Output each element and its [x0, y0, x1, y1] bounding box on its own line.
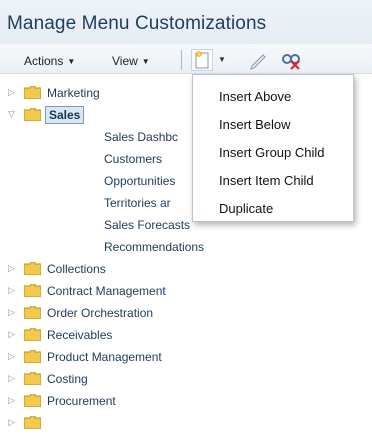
edit-button[interactable] [247, 49, 269, 71]
folder-icon [24, 350, 41, 363]
tree-item-label: Recommendations [104, 240, 205, 254]
tree-item-label: Sales [45, 106, 85, 124]
menu-item-insert-item-child[interactable]: Insert Item Child [193, 167, 353, 195]
folder-icon [24, 328, 41, 341]
tree-item-order-orchestration[interactable]: ▷ Order Orchestration [0, 302, 300, 324]
tree-item-label: Contract Management [47, 284, 166, 298]
new-item-icon [195, 51, 209, 69]
expand-icon[interactable]: ▷ [8, 417, 15, 428]
page-header: Manage Menu Customizations [0, 0, 372, 44]
chevron-down-icon: ▼ [67, 57, 76, 66]
tree-item-recommendations[interactable]: Recommendations [0, 236, 300, 258]
tree-item-collections[interactable]: ▷ Collections [0, 258, 300, 280]
expand-icon[interactable]: ▷ [8, 87, 15, 98]
tree-item-costing[interactable]: ▷ Costing [0, 368, 300, 390]
tree-item-label: Product Management [47, 350, 162, 364]
tree-item-label: Customers [104, 152, 163, 166]
folder-icon [24, 306, 41, 319]
chevron-down-icon: ▼ [141, 57, 150, 66]
folder-icon [24, 284, 41, 297]
expand-icon[interactable]: ▷ [8, 373, 15, 384]
tree-item-label: Sales Forecasts [104, 218, 191, 232]
view-menu[interactable]: View ▼ [112, 54, 150, 68]
toolbar-divider [181, 50, 182, 70]
expand-icon[interactable]: ▷ [8, 395, 15, 406]
view-menu-label: View [112, 54, 138, 68]
tree-item-label: Collections [47, 262, 106, 276]
tree-item-receivables[interactable]: ▷ Receivables [0, 324, 300, 346]
folder-icon [24, 416, 41, 429]
tree-item-partial[interactable]: ▷ [0, 412, 300, 434]
menu-item-insert-below[interactable]: Insert Below [193, 111, 353, 139]
actions-menu[interactable]: Actions ▼ [24, 54, 75, 68]
folder-icon [24, 262, 41, 275]
expand-icon[interactable]: ▷ [8, 285, 15, 296]
tree-item-procurement[interactable]: ▷ Procurement [0, 390, 300, 412]
menu-item-insert-group-child[interactable]: Insert Group Child [193, 139, 353, 167]
page-title: Manage Menu Customizations [7, 13, 267, 34]
folder-icon [24, 394, 41, 407]
insert-context-menu: Insert Above Insert Below Insert Group C… [192, 74, 354, 222]
tree-item-label: Opportunities [104, 174, 176, 188]
expand-icon[interactable]: ▷ [8, 351, 15, 362]
toolbar: Actions ▼ View ▼ ▼ [0, 44, 372, 74]
tree-item-label: Costing [47, 372, 88, 386]
detach-button[interactable] [280, 49, 302, 71]
expand-icon[interactable]: ▷ [8, 329, 15, 340]
tree-item-label: Territories ar [104, 196, 171, 210]
menu-item-insert-above[interactable]: Insert Above [193, 83, 353, 111]
tree-item-label: Marketing [47, 86, 100, 100]
tree-item-contract-management[interactable]: ▷ Contract Management [0, 280, 300, 302]
folder-open-icon [24, 108, 41, 121]
collapse-icon[interactable]: ▽ [8, 109, 15, 120]
expand-icon[interactable]: ▷ [8, 263, 15, 274]
expand-icon[interactable]: ▷ [8, 307, 15, 318]
new-item-button[interactable] [191, 49, 213, 71]
new-item-dropdown[interactable]: ▼ [218, 55, 226, 64]
pencil-icon [250, 54, 266, 70]
detach-icon [282, 54, 300, 70]
tree-item-label: Receivables [47, 328, 113, 342]
folder-icon [24, 86, 41, 99]
tree-item-label: Sales Dashbc [104, 130, 179, 144]
folder-icon [24, 372, 41, 385]
tree-item-label: Order Orchestration [47, 306, 154, 320]
tree-item-label: Procurement [47, 394, 116, 408]
tree-item-product-management[interactable]: ▷ Product Management [0, 346, 300, 368]
menu-item-duplicate[interactable]: Duplicate [193, 195, 353, 223]
actions-menu-label: Actions [24, 54, 64, 68]
